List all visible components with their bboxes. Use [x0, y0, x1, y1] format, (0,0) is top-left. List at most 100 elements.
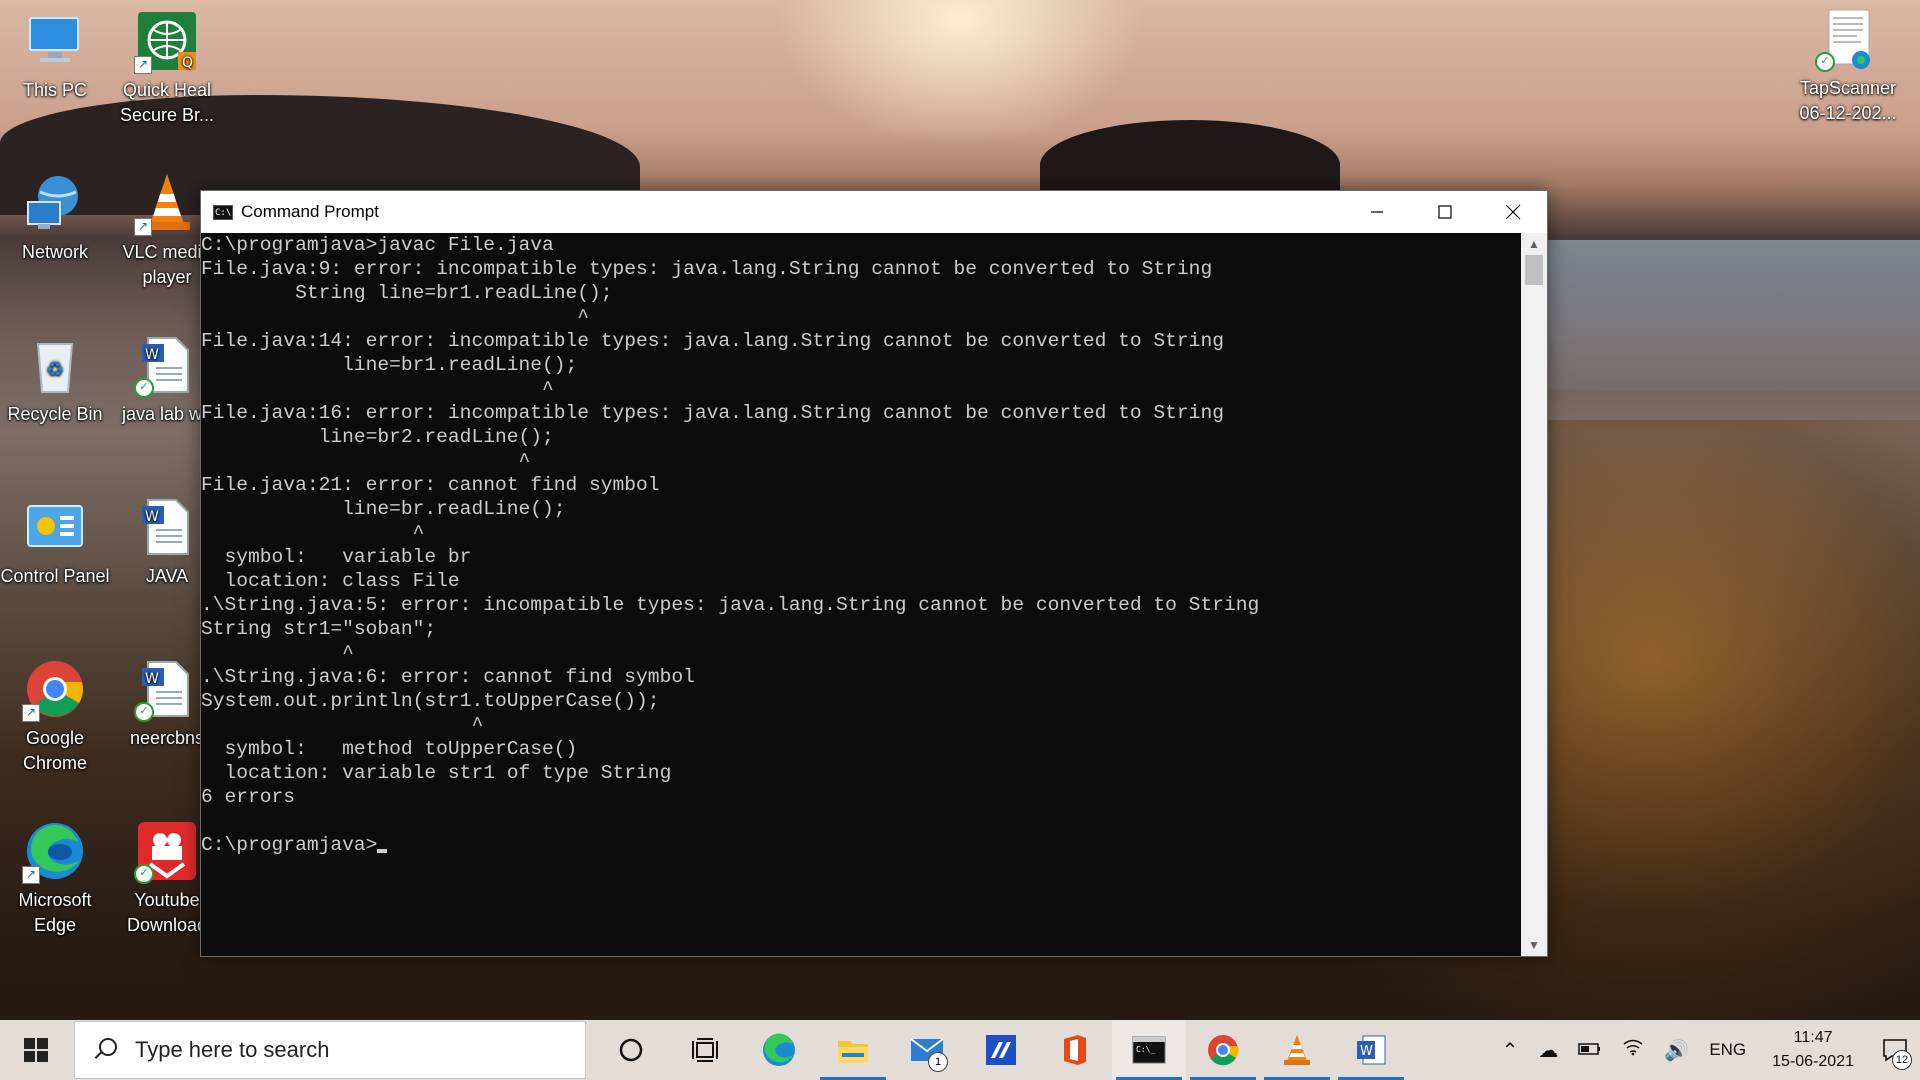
- terminal-line: ^: [201, 714, 484, 736]
- desktop-icon-microsoft-edge[interactable]: ↗ Microsoft Edge: [0, 820, 110, 938]
- terminal-line: .\String.java:5: error: incompatible typ…: [201, 594, 1260, 616]
- office-icon: [1064, 1035, 1086, 1065]
- clock-time: 11:47: [1793, 1029, 1833, 1046]
- show-hidden-icons-chevron-icon[interactable]: ⌃: [1492, 1038, 1529, 1063]
- start-button[interactable]: [0, 1020, 72, 1080]
- desktop-icon-label: Quick Heal Secure Br...: [119, 80, 215, 125]
- desktop-icon-label: This PC: [22, 80, 87, 100]
- shortcut-arrow-icon: ↗: [22, 704, 40, 722]
- terminal-line: 6 errors: [201, 786, 296, 808]
- wifi-icon[interactable]: [1612, 1038, 1654, 1062]
- chrome-icon: [1208, 1035, 1239, 1066]
- scroll-up-arrow-icon[interactable]: ▲: [1521, 233, 1547, 255]
- terminal-line: ^: [201, 378, 554, 400]
- svg-text:W: W: [1360, 1044, 1373, 1059]
- shortcut-arrow-icon: ↗: [22, 866, 40, 884]
- youtube-downloader-icon: ✓: [134, 820, 198, 884]
- quick-heal-browser-icon: Q ↗: [134, 10, 198, 74]
- desktop-icon-quick-heal[interactable]: Q ↗ Quick Heal Secure Br...: [112, 10, 222, 128]
- terminal-line: line=br2.readLine();: [201, 426, 554, 448]
- word-icon: W: [1357, 1035, 1386, 1065]
- terminal-line: ^: [201, 522, 425, 544]
- desktop-icon-label: Recycle Bin: [7, 404, 103, 424]
- terminal-line: String line=br1.readLine();: [201, 282, 613, 304]
- taskbar-word[interactable]: W: [1334, 1020, 1408, 1080]
- desktop-icon-recycle-bin[interactable]: ♻ Recycle Bin: [0, 334, 110, 427]
- svg-text:W: W: [145, 347, 159, 363]
- desktop-icon-this-pc[interactable]: This PC: [0, 10, 110, 103]
- close-button[interactable]: [1479, 191, 1547, 233]
- taskbar-file-explorer[interactable]: [816, 1020, 890, 1080]
- taskbar-office[interactable]: [1038, 1020, 1112, 1080]
- vertical-scrollbar[interactable]: ▲ ▼: [1521, 233, 1547, 956]
- svg-text:C:\_: C:\_: [1136, 1045, 1155, 1054]
- taskbar-app-blue[interactable]: [964, 1020, 1038, 1080]
- desktop-icon-label: Network: [21, 242, 88, 262]
- minimize-icon: [1371, 211, 1383, 213]
- terminal-line: ^: [201, 642, 354, 664]
- word-document-icon: W ✓: [134, 334, 198, 398]
- terminal-output[interactable]: C:\programjava>javac File.java File.java:…: [201, 233, 1521, 956]
- windows-logo-icon: [24, 1038, 48, 1062]
- language-indicator[interactable]: ENG: [1699, 1040, 1756, 1060]
- terminal-line: line=br1.readLine();: [201, 354, 578, 376]
- desktop-icon-control-panel[interactable]: Control Panel: [0, 496, 110, 589]
- sync-check-icon: ✓: [134, 378, 154, 398]
- maximize-icon: [1438, 205, 1452, 219]
- taskbar-mail[interactable]: 1: [890, 1020, 964, 1080]
- word-document-icon: W ✓: [134, 658, 198, 722]
- terminal-line: ^: [201, 450, 531, 472]
- cmd-icon: C:\_: [1132, 1036, 1166, 1064]
- pdf-document-icon: ✓: [1815, 8, 1879, 72]
- taskbar-search-box[interactable]: [74, 1021, 586, 1079]
- cmd-app-icon: C:\: [213, 204, 233, 220]
- desktop-icon-google-chrome[interactable]: ↗ Google Chrome: [0, 658, 110, 776]
- sync-check-icon: ✓: [134, 864, 154, 884]
- terminal-line: File.java:14: error: incompatible types:…: [201, 330, 1224, 352]
- volume-icon[interactable]: 🔊: [1654, 1038, 1699, 1063]
- text-cursor: [377, 849, 388, 853]
- task-view-button[interactable]: [668, 1020, 742, 1080]
- computer-icon: [24, 10, 86, 72]
- network-globe-icon: [24, 172, 86, 234]
- terminal-line: .\String.java:6: error: cannot find symb…: [201, 666, 695, 688]
- terminal-line: File.java:16: error: incompatible types:…: [201, 402, 1224, 424]
- minimize-button[interactable]: [1343, 191, 1411, 233]
- control-panel-icon: [24, 496, 86, 558]
- search-input[interactable]: [133, 1036, 537, 1064]
- close-icon: [1505, 204, 1521, 220]
- mail-badge: 1: [928, 1052, 948, 1072]
- window-titlebar[interactable]: C:\ Command Prompt: [201, 191, 1547, 233]
- command-prompt-window[interactable]: C:\ Command Prompt C:\programjava>javac …: [200, 190, 1548, 957]
- vlc-cone-icon: [1284, 1035, 1310, 1065]
- notification-count-badge: 12: [1892, 1050, 1912, 1070]
- shortcut-arrow-icon: ↗: [134, 218, 152, 236]
- taskbar-edge[interactable]: [742, 1020, 816, 1080]
- recycle-bin-icon: ♻: [24, 334, 86, 396]
- taskbar-chrome[interactable]: [1186, 1020, 1260, 1080]
- maximize-button[interactable]: [1411, 191, 1479, 233]
- battery-icon[interactable]: [1568, 1039, 1612, 1062]
- desktop-icon-tapscanner[interactable]: ✓ TapScanner 06-12-202...: [1792, 8, 1904, 126]
- onedrive-cloud-icon[interactable]: ☁: [1528, 1038, 1568, 1063]
- scroll-down-arrow-icon[interactable]: ▼: [1521, 934, 1547, 956]
- terminal-line: System.out.println(str1.toUpperCase());: [201, 690, 660, 712]
- edge-icon: [763, 1033, 795, 1066]
- folder-icon: [838, 1041, 868, 1063]
- word-document-icon: W: [136, 496, 198, 558]
- cortana-button[interactable]: [594, 1020, 668, 1080]
- system-tray: ⌃ ☁ 🔊 ENG 11:47 15-06-2021 12: [1492, 1020, 1920, 1080]
- scrollbar-thumb[interactable]: [1525, 255, 1543, 285]
- app-logo-icon: [986, 1035, 1016, 1065]
- taskbar-command-prompt[interactable]: C:\_: [1112, 1020, 1186, 1080]
- clock-date: 15-06-2021: [1772, 1053, 1854, 1070]
- desktop-icon-network[interactable]: Network: [0, 172, 110, 265]
- desktop-icon-label: TapScanner 06-12-202...: [1799, 78, 1897, 123]
- action-center-button[interactable]: 12: [1870, 1020, 1920, 1080]
- chrome-icon: ↗: [22, 658, 86, 722]
- desktop-icon-label: Control Panel: [0, 566, 110, 586]
- clock[interactable]: 11:47 15-06-2021: [1756, 1026, 1870, 1074]
- terminal-line: symbol: variable br: [201, 546, 472, 568]
- taskbar-vlc[interactable]: [1260, 1020, 1334, 1080]
- search-icon: [93, 1038, 117, 1062]
